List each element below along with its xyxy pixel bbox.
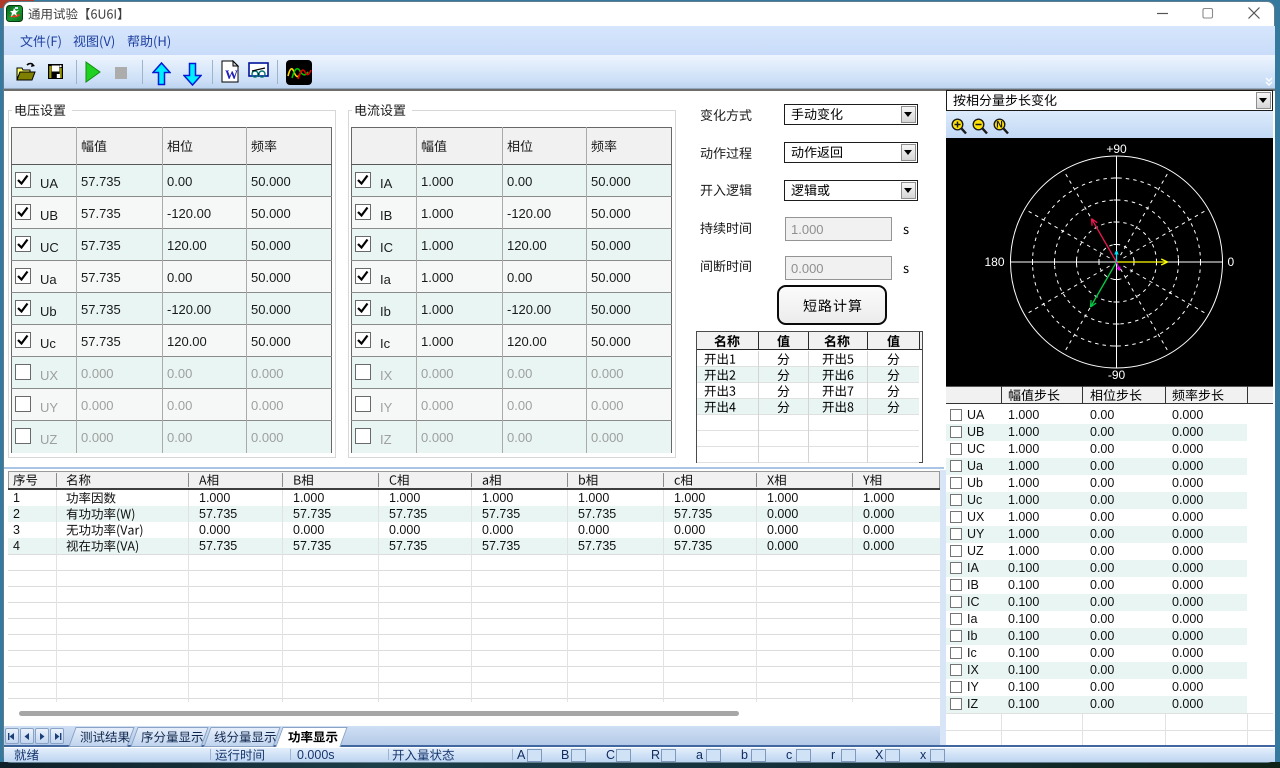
svg-text:W: W — [225, 67, 238, 82]
svg-text:N: N — [996, 120, 1003, 130]
